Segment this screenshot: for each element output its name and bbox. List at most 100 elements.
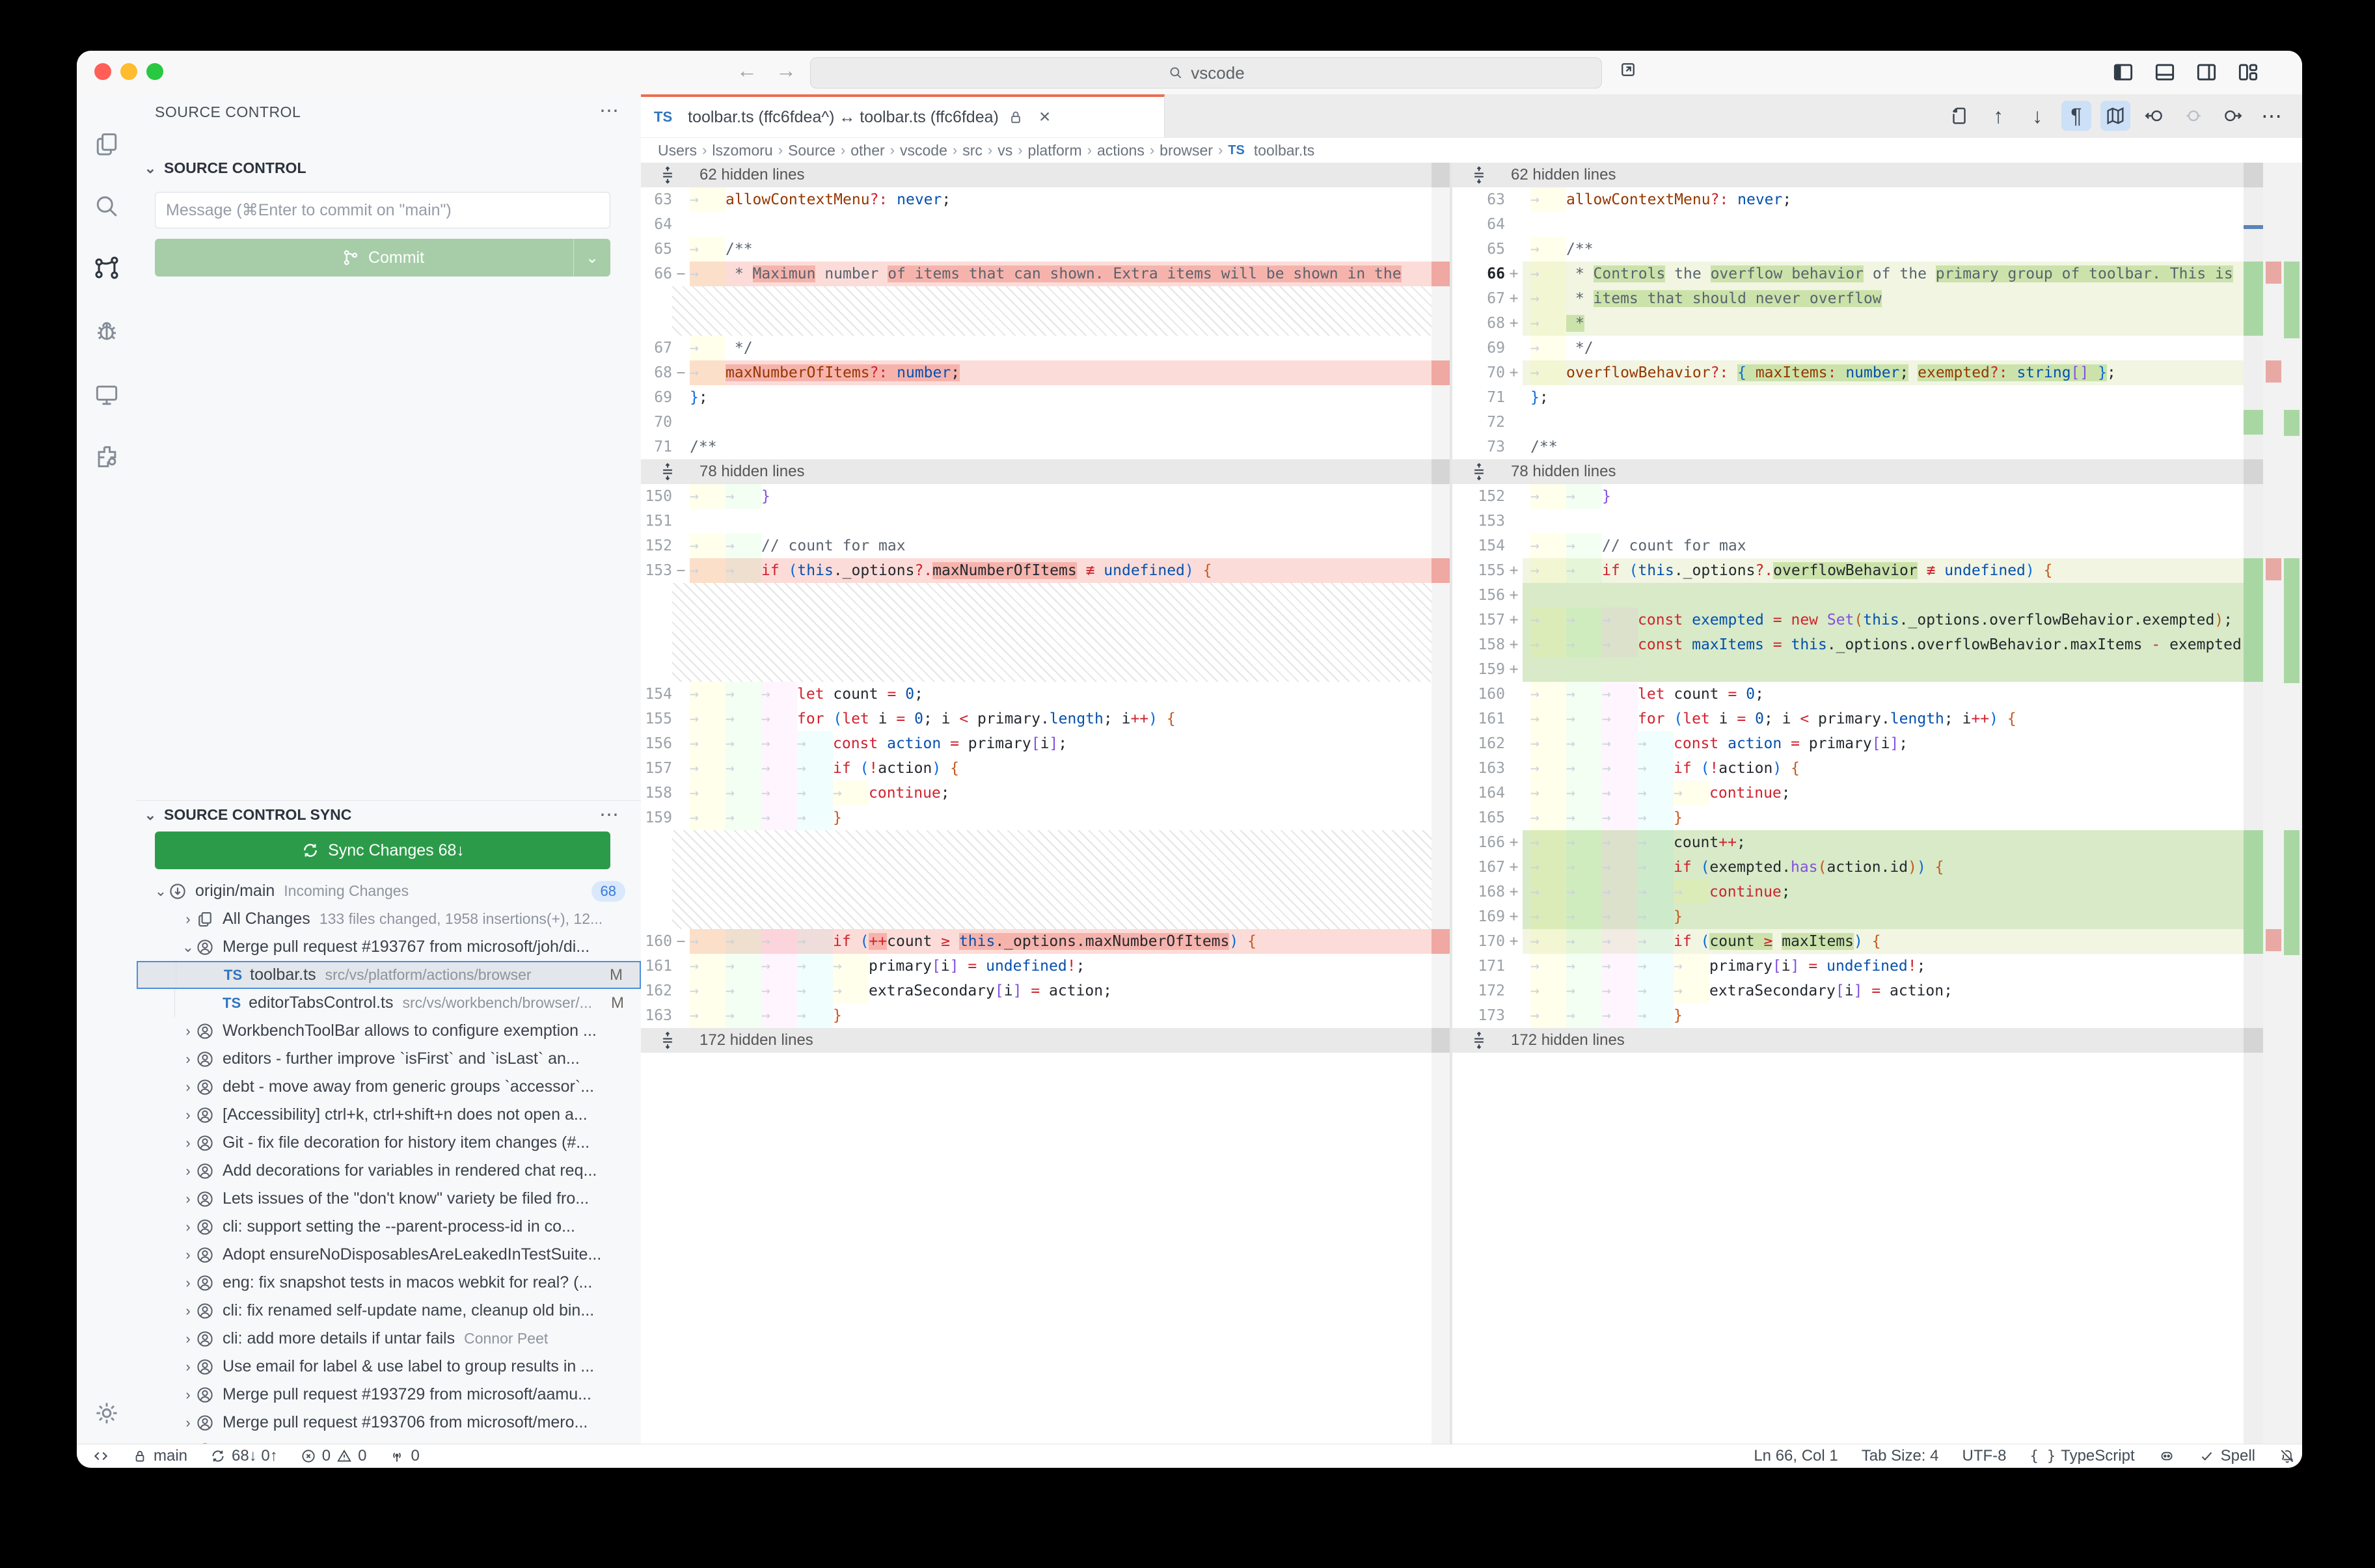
code-line[interactable]: 66 + → * Controls the overflow behavior of… (1452, 262, 2244, 286)
chevron-down-icon[interactable]: ⌄ (181, 939, 195, 956)
revert-left-icon[interactable] (2139, 101, 2169, 131)
tree-item-row[interactable]: › All Changes 133 files changed, 1958 inse… (137, 905, 641, 933)
code-line[interactable]: 71 /** (641, 435, 1432, 459)
hidden-lines-band[interactable]: 62 hidden lines (641, 163, 1432, 187)
code-line[interactable]: 168 + → → → → → continue; (1452, 880, 2244, 904)
code-line[interactable]: 154 → →// count for max (1452, 534, 2244, 558)
tree-item-row[interactable]: › editors - further improve `isFirst` and… (137, 1045, 641, 1073)
diff-overview-ruler[interactable] (2263, 163, 2302, 1444)
code-line[interactable]: 167 + → → → → if (exempted.has(action.id)) { (1452, 855, 2244, 880)
tree-item-row[interactable]: › cli: support setting the --parent-proce… (137, 1213, 641, 1241)
tree-item-row[interactable]: › [Accessibility] ctrl+k, ctrl+shift+n do… (137, 1101, 641, 1129)
navigate-back-button[interactable]: ← (733, 59, 761, 83)
code-line[interactable]: 163 → → → →} (641, 1003, 1432, 1028)
map-icon[interactable] (2100, 101, 2130, 131)
next-change-icon[interactable]: ↓ (2022, 101, 2052, 131)
code-line[interactable]: 162 → → → → → extraSecondary[i] = action; (641, 979, 1432, 1003)
open-external-icon[interactable] (1614, 60, 1642, 85)
breadcrumb-item[interactable]: vscode (900, 142, 947, 159)
code-line[interactable]: 163 → → → → if (!action) { (1452, 756, 2244, 781)
breadcrumb-item[interactable]: vs (998, 142, 1012, 159)
hidden-lines-band[interactable]: 172 hidden lines (1452, 1028, 2244, 1053)
hidden-lines-band[interactable]: 78 hidden lines (641, 459, 1432, 484)
code-line[interactable]: 69 → */ (1452, 336, 2244, 360)
code-line[interactable]: 150 → →} (641, 484, 1432, 509)
code-line[interactable]: 161 → → → → → primary[i] = undefined!; (641, 954, 1432, 979)
circle-icon[interactable] (2178, 101, 2208, 131)
unfold-icon[interactable] (1469, 1031, 1489, 1050)
code-line[interactable]: 157 → → → → if (!action) { (641, 756, 1432, 781)
code-line[interactable]: 68− → maxNumberOfItems?: number; (641, 360, 1432, 385)
tree-file-row[interactable]: TS editorTabsControl.ts src/vs/workbench/b… (137, 989, 641, 1017)
unfold-icon[interactable] (658, 165, 677, 185)
code-line[interactable]: 72 (1452, 410, 2244, 435)
chevron-right-icon[interactable]: › (181, 1358, 195, 1375)
remote-explorer-icon[interactable] (92, 381, 121, 409)
code-line[interactable]: 158 → → → → → continue; (641, 781, 1432, 805)
chevron-right-icon[interactable]: › (181, 1051, 195, 1068)
code-line[interactable]: 152 → →// count for max (641, 534, 1432, 558)
code-line[interactable]: 71}; (1452, 385, 2244, 410)
commit-dropdown-button[interactable]: ⌄ (573, 239, 610, 277)
diff-original-pane[interactable]: 62 hidden lines 63 → allowContextMenu?: nev… (641, 163, 1452, 1444)
code-line[interactable]: 165 → → → →} (1452, 805, 2244, 830)
layout-sidebar-right-icon[interactable] (2194, 60, 2219, 85)
sync-changes-button[interactable]: Sync Changes 68↓ (155, 831, 610, 869)
code-line[interactable]: 68 + → * (1452, 311, 2244, 336)
breadcrumb-item[interactable]: Source (788, 142, 835, 159)
code-line[interactable]: 64 (641, 212, 1432, 237)
command-center-search[interactable]: vscode (810, 57, 1602, 88)
tree-item-row[interactable]: › Adopt ensureNoDisposablesAreLeakedInTes… (137, 1241, 641, 1269)
unfold-icon[interactable] (1469, 165, 1489, 185)
breadcrumb-file[interactable]: toolbar.ts (1254, 142, 1314, 159)
code-line[interactable]: 169 + → → → →} (1452, 904, 2244, 929)
chevron-right-icon[interactable]: › (181, 1414, 195, 1431)
commit-button[interactable]: Commit ⌄ (155, 239, 610, 277)
tree-item-row[interactable]: › eng: fix snapshot tests in macos webkit… (137, 1269, 641, 1297)
code-line[interactable]: 154 → → → let count = 0; (641, 682, 1432, 707)
code-line[interactable]: 70 (641, 410, 1432, 435)
code-line[interactable]: 153− → → if (this._options?.maxNumberOfItem… (641, 558, 1432, 583)
breadcrumb-item[interactable]: Users (658, 142, 697, 159)
chevron-right-icon[interactable]: › (181, 1135, 195, 1152)
notifications-status-item[interactable] (2279, 1448, 2296, 1465)
unfold-icon[interactable] (1469, 462, 1489, 481)
diff-modified-pane[interactable]: 62 hidden lines 63 → allowContextMenu?: nev… (1452, 163, 2302, 1444)
breadcrumb-item[interactable]: browser (1160, 142, 1213, 159)
layout-panel-icon[interactable] (2152, 60, 2177, 85)
navigate-forward-button[interactable]: → (772, 59, 800, 83)
code-line[interactable]: 70 + → overflowBehavior?: { maxItems: numbe… (1452, 360, 2244, 385)
layout-customize-icon[interactable] (2236, 60, 2260, 85)
cursor-position-item[interactable]: Ln 66, Col 1 (1754, 1447, 1838, 1465)
encoding-item[interactable]: UTF-8 (1962, 1447, 2006, 1465)
code-line[interactable]: 158 + → → → const maxItems = this._options.ov… (1452, 632, 2244, 657)
zoom-window-button[interactable] (146, 63, 163, 80)
breadcrumb-item[interactable]: lszomoru (712, 142, 772, 159)
language-mode-item[interactable]: { } TypeScript (2029, 1447, 2134, 1465)
unfold-icon[interactable] (658, 1031, 677, 1050)
revert-right-icon[interactable] (2218, 101, 2247, 131)
code-line[interactable]: 63 → allowContextMenu?: never; (1452, 187, 2244, 212)
layout-sidebar-left-icon[interactable] (2111, 60, 2136, 85)
chevron-right-icon[interactable]: › (181, 911, 195, 928)
code-line[interactable]: 156 → → → → const action = primary[i]; (641, 731, 1432, 756)
tree-item-row[interactable]: › cli: fix renamed self-update name, clea… (137, 1297, 641, 1325)
code-line[interactable]: 162 → → → → const action = primary[i]; (1452, 731, 2244, 756)
tree-item-row[interactable]: ⌄ origin/main Incoming Changes 68 (137, 877, 641, 905)
close-tab-icon[interactable]: × (1039, 106, 1051, 128)
tab-toolbar-diff[interactable]: TS toolbar.ts (ffc6fdea^) ↔ toolbar.ts (… (641, 94, 1165, 137)
source-control-view-icon[interactable] (92, 254, 121, 282)
chevron-right-icon[interactable]: › (181, 1275, 195, 1291)
sync-status-item[interactable]: 68↓ 0↑ (210, 1447, 278, 1465)
chevron-down-icon[interactable]: ⌄ (154, 883, 168, 900)
commit-message-input[interactable] (155, 192, 610, 228)
code-line[interactable]: 161 → → → for (let i = 0; i < primary.length… (1452, 707, 2244, 731)
tree-item-row[interactable]: › Add decorations for variables in render… (137, 1157, 641, 1185)
settings-gear-icon[interactable] (92, 1399, 121, 1427)
code-line[interactable]: 155 → → → for (let i = 0; i < primary.length… (641, 707, 1432, 731)
whitespace-toggle-icon[interactable]: ¶ (2061, 101, 2091, 131)
tree-item-row[interactable]: › Git - fix file decoration for history i… (137, 1129, 641, 1157)
code-line[interactable]: 69}; (641, 385, 1432, 410)
chevron-right-icon[interactable]: › (181, 1331, 195, 1347)
more-actions-icon[interactable]: ⋯ (2257, 101, 2287, 131)
